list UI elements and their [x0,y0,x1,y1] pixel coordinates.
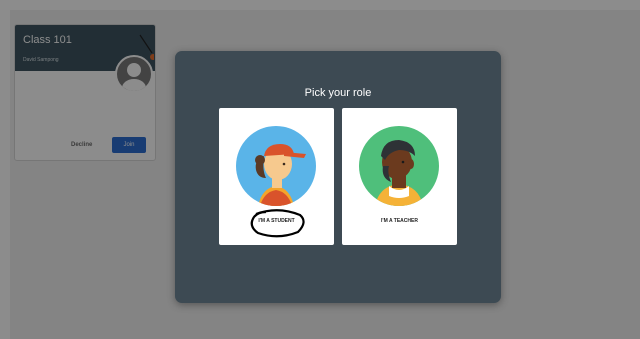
teacher-role-label: I'M A TEACHER [381,218,418,224]
student-avatar-icon [236,126,316,206]
role-picker-dialog: Pick your role I'M A STUDENT I'M A TEACH… [175,51,501,303]
hand-drawn-circle-annotation [250,209,305,238]
dialog-title: Pick your role [304,87,372,99]
teacher-role-card[interactable]: I'M A TEACHER [342,108,457,245]
teacher-avatar-icon [359,126,439,206]
student-role-card[interactable]: I'M A STUDENT [219,108,334,245]
